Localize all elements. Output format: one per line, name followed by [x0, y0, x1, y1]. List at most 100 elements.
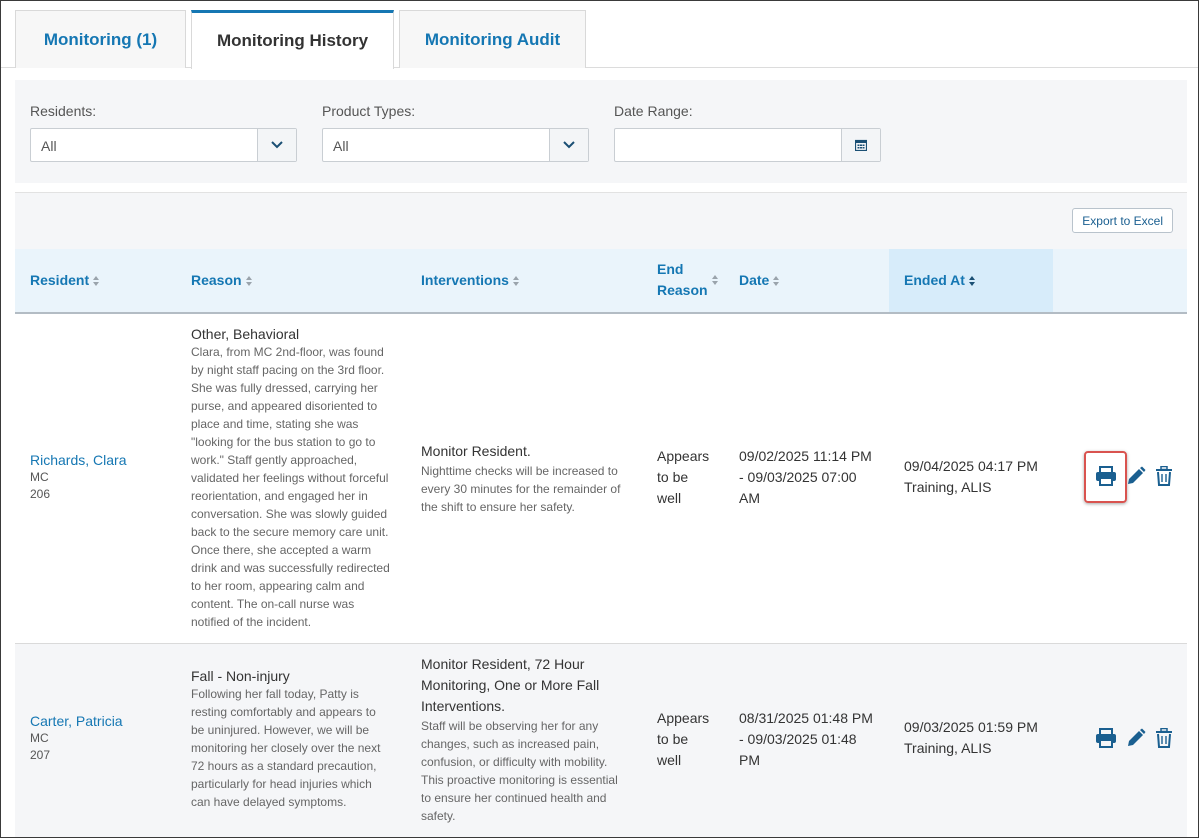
trash-icon[interactable] — [1155, 466, 1173, 486]
text-line: Nighttime checks will be increased to — [421, 464, 618, 478]
text-line: 09/04/2025 04:17 PM — [904, 458, 1038, 474]
text-line: validated her feelings without forceful — [191, 471, 389, 485]
resident-cell: Richards, Clara MC 206 — [30, 451, 126, 503]
sort-icon — [512, 275, 520, 286]
text-line: - 09/03/2025 01:48 — [739, 731, 857, 747]
text-line: by night staff pacing on the 3rd floor. — [191, 363, 385, 377]
text-line: the shift to ensure her safety. — [421, 500, 575, 514]
text-line: 08/31/2025 01:48 PM — [739, 710, 873, 726]
date-range-label: Date Range: — [614, 103, 693, 119]
column-header-label: Reason — [191, 272, 242, 288]
text-line: work." Staff gently approached, — [191, 453, 358, 467]
text-line: She was fully dressed, carrying her — [191, 381, 378, 395]
text-line: Appears — [657, 710, 710, 726]
text-line: well — [657, 490, 682, 506]
column-header-label-line: End — [657, 261, 684, 277]
sort-icon — [93, 275, 100, 286]
column-header-label: Resident — [30, 272, 90, 288]
print-icon[interactable] — [1095, 728, 1117, 748]
tab-monitoring-history[interactable]: Monitoring History — [191, 10, 394, 69]
text-line: Monitor Resident. — [421, 443, 531, 459]
filter-panel: Residents: All Product Types: All Date R… — [15, 80, 1187, 183]
date-cell: 08/31/2025 01:48 PM - 09/03/2025 01:48 P… — [739, 708, 873, 771]
print-icon[interactable] — [1095, 466, 1117, 486]
reason-title: Other, Behavioral — [191, 326, 300, 342]
chevron-down-icon[interactable] — [257, 129, 296, 161]
edit-pencil-icon[interactable] — [1126, 728, 1146, 748]
residents-value: All — [41, 138, 57, 154]
resident-unit: MC — [30, 470, 49, 484]
resident-room: 207 — [30, 748, 51, 762]
grid-toolbar: Export to Excel — [15, 193, 1187, 249]
tab-bar: Monitoring (1) Monitoring History Monito… — [1, 1, 1198, 69]
text-line: purse, and appeared disoriented to — [191, 399, 378, 413]
product-types-value: All — [333, 138, 349, 154]
product-types-select[interactable]: All — [322, 128, 589, 162]
text-line: safety. — [421, 809, 456, 823]
intervention-title: Monitor Resident, 72 Hour Monitoring, On… — [421, 654, 641, 717]
text-line: monitoring her closely over the next — [191, 741, 381, 755]
text-line: well — [657, 752, 682, 768]
calendar-icon[interactable] — [841, 129, 880, 161]
residents-select[interactable]: All — [30, 128, 297, 162]
chevron-down-icon[interactable] — [549, 129, 588, 161]
column-header-end-reason[interactable]: End Reason — [657, 259, 719, 301]
text-line: conversation. She was slowly guided — [191, 507, 388, 521]
text-line: Staff will be observing her for any — [421, 719, 599, 733]
intervention-title: Monitor Resident. — [421, 441, 641, 462]
monitoring-history-panel: Monitoring (1) Monitoring History Monito… — [0, 0, 1199, 838]
text-line: changes, such as increased pain, — [421, 737, 600, 751]
export-to-excel-button[interactable]: Export to Excel — [1072, 208, 1173, 233]
column-header-date[interactable]: Date — [739, 270, 780, 291]
column-header-label: Interventions — [421, 272, 509, 288]
text-line: Interventions. — [421, 698, 506, 714]
text-line: Monitoring, One or More Fall — [421, 677, 600, 693]
resident-link[interactable]: Richards, Clara — [30, 451, 126, 469]
table-row: Carter, Patricia MC 207 Fall - Non-injur… — [15, 644, 1187, 837]
row-actions — [1095, 466, 1173, 486]
reason-text: Clara, from MC 2nd-floor, was found by n… — [191, 343, 401, 631]
text-line: Training, ALIS — [904, 479, 992, 495]
text-line: PM — [739, 752, 760, 768]
column-header-label: Ended At — [904, 272, 965, 288]
table-header: Resident Reason Interventions End Reason… — [15, 249, 1187, 314]
residents-label: Residents: — [30, 103, 97, 119]
resident-cell: Carter, Patricia MC 207 — [30, 712, 123, 764]
column-header-label: Date — [739, 272, 770, 288]
text-line: drink and was successfully redirected — [191, 561, 390, 575]
text-line: reorientation, and engaged her in — [191, 489, 368, 503]
edit-pencil-icon[interactable] — [1126, 466, 1146, 486]
text-line: 72 hours as a standard precaution, — [191, 759, 377, 773]
text-line: resting comfortably and appears to — [191, 705, 376, 719]
tab-monitoring[interactable]: Monitoring (1) — [15, 10, 186, 68]
column-header-ended-at[interactable]: Ended At — [889, 249, 1053, 312]
column-header-interventions[interactable]: Interventions — [421, 270, 520, 291]
column-header-reason[interactable]: Reason — [191, 270, 253, 291]
column-header-resident[interactable]: Resident — [30, 270, 100, 291]
row-actions — [1095, 728, 1173, 748]
reason-title: Fall - Non-injury — [191, 668, 290, 684]
tab-monitoring-audit[interactable]: Monitoring Audit — [399, 10, 586, 68]
trash-icon[interactable] — [1155, 728, 1173, 748]
reason-cell: Other, Behavioral Clara, from MC 2nd-flo… — [191, 325, 401, 631]
text-line: particularly for head injuries which — [191, 777, 372, 791]
resident-room: 206 — [30, 487, 51, 501]
intervention-text: Staff will be observing her for any chan… — [421, 717, 641, 825]
text-line: Once there, she accepted a warm — [191, 543, 372, 557]
text-line: 09/02/2025 11:14 PM — [739, 448, 872, 464]
text-line: notified of the incident. — [191, 615, 312, 629]
text-line: confusion, or difficulty with mobility. — [421, 755, 608, 769]
interventions-cell: Monitor Resident, 72 Hour Monitoring, On… — [421, 654, 641, 825]
product-types-label: Product Types: — [322, 103, 416, 119]
resident-link[interactable]: Carter, Patricia — [30, 712, 123, 730]
text-line: - 09/03/2025 07:00 — [739, 469, 857, 485]
text-line: place and time, stating she was — [191, 417, 359, 431]
text-line: to be — [657, 469, 689, 485]
date-range-input[interactable] — [614, 128, 881, 162]
text-line: be uninjured. However, we will be — [191, 723, 370, 737]
text-line: AM — [739, 490, 760, 506]
text-line: Following her fall today, Patty is — [191, 687, 359, 701]
text-line: back to the secure memory care unit. — [191, 525, 389, 539]
text-line: to be — [657, 731, 689, 747]
ended-at-cell: 09/03/2025 01:59 PM Training, ALIS — [904, 717, 1038, 759]
